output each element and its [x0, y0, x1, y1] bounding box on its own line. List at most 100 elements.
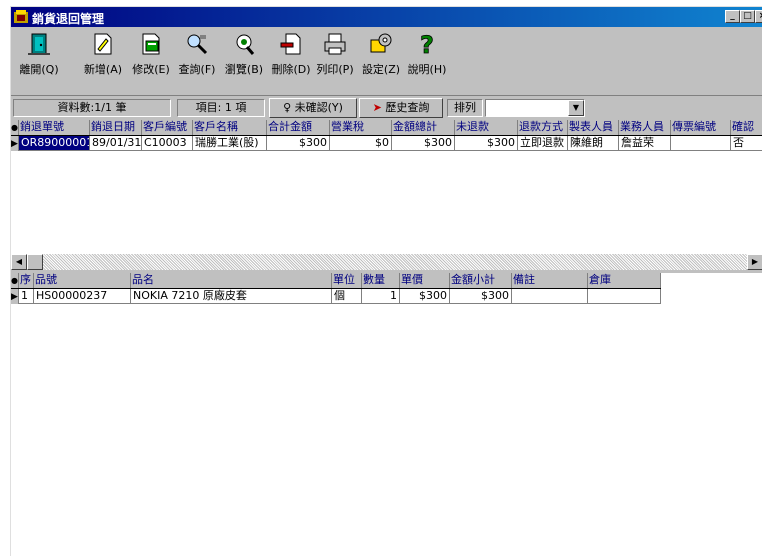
- header-indicator: ●: [11, 120, 19, 135]
- col-tax[interactable]: 營業稅: [330, 120, 392, 135]
- browse-button[interactable]: 瀏覽(B): [221, 31, 267, 93]
- cell-remark[interactable]: [512, 289, 588, 304]
- minimize-button[interactable]: _: [725, 10, 740, 23]
- cell-salesperson[interactable]: 詹益荣: [619, 136, 671, 151]
- cell-product-name[interactable]: NOKIA 7210 原廠皮套: [131, 289, 332, 304]
- history-label: 歷史查詢: [385, 101, 430, 114]
- settings-label: 設定(Z): [361, 63, 401, 76]
- toolbar: 離開(Q) 新增(A) 修改(E) 查詢(F) 瀏覽(B) 刪除(D) 列印(P…: [11, 27, 762, 95]
- item-count: 項目: 1 項: [177, 99, 265, 117]
- cell-refund-method[interactable]: 立即退款: [518, 136, 568, 151]
- cell-creator[interactable]: 陳維朗: [568, 136, 619, 151]
- status-bar: 資料數:1/1 筆 項目: 1 項 ♀ 未確認(Y) ➤ 歷史查詢 排列 ▼: [11, 95, 762, 119]
- settings-icon: [370, 33, 392, 53]
- browse-label: 瀏覽(B): [224, 63, 264, 76]
- cell-tax[interactable]: $0: [330, 136, 392, 151]
- cell-warehouse[interactable]: [588, 289, 661, 304]
- sort-label: 排列: [447, 99, 483, 117]
- dropdown-arrow-icon[interactable]: ▼: [568, 100, 584, 116]
- detail-header: ● 序 品號 品名 單位 數量 單價 金額小計 備註 倉庫: [11, 273, 661, 289]
- col-refund-method[interactable]: 退款方式: [518, 120, 568, 135]
- col-product-name[interactable]: 品名: [131, 273, 332, 288]
- col-seq[interactable]: 序: [19, 273, 34, 288]
- close-button[interactable]: ×: [755, 10, 762, 23]
- cell-product-no[interactable]: HS00000237: [34, 289, 131, 304]
- cell-return-date[interactable]: 89/01/31: [90, 136, 142, 151]
- cell-subtotal[interactable]: $300: [267, 136, 330, 151]
- col-unit[interactable]: 單位: [332, 273, 362, 288]
- detail-grid: ● 序 品號 品名 單位 數量 單價 金額小計 備註 倉庫 ▶ 1 HS0000…: [11, 273, 762, 556]
- col-customer-id[interactable]: 客戶編號: [142, 120, 193, 135]
- cell-qty[interactable]: 1: [362, 289, 400, 304]
- edit-button[interactable]: 修改(E): [129, 31, 173, 93]
- add-button[interactable]: 新增(A): [81, 31, 125, 93]
- cell-seq[interactable]: 1: [19, 289, 34, 304]
- col-creator[interactable]: 製表人員: [568, 120, 619, 135]
- col-qty[interactable]: 數量: [362, 273, 400, 288]
- edit-document-icon: [142, 33, 160, 55]
- print-button[interactable]: 列印(P): [313, 31, 357, 93]
- col-product-no[interactable]: 品號: [34, 273, 131, 288]
- col-return-no[interactable]: 銷退單號: [19, 120, 90, 135]
- cell-unrefunded[interactable]: $300: [455, 136, 518, 151]
- col-warehouse[interactable]: 倉庫: [588, 273, 661, 288]
- help-icon: ?: [420, 31, 435, 57]
- table-row[interactable]: ▶ 1 HS00000237 NOKIA 7210 原廠皮套 個 1 $300 …: [11, 289, 661, 304]
- app-icon: [14, 10, 28, 23]
- title-bar: 銷貨退回管理 _ □ ×: [11, 7, 762, 27]
- scroll-right-icon[interactable]: ▶: [747, 254, 762, 270]
- master-horizontal-scrollbar[interactable]: ◀ ▶: [11, 254, 762, 270]
- header-indicator: ●: [11, 273, 19, 288]
- col-unit-price[interactable]: 單價: [400, 273, 450, 288]
- cell-unit-price[interactable]: $300: [400, 289, 450, 304]
- row-pointer-icon: ▶: [11, 289, 19, 304]
- search-icon: [187, 34, 208, 55]
- record-count: 資料數:1/1 筆: [13, 99, 171, 117]
- col-amount[interactable]: 金額小計: [450, 273, 512, 288]
- help-label: 說明(H): [407, 63, 447, 76]
- scroll-thumb[interactable]: [27, 254, 43, 270]
- sort-select[interactable]: ▼: [485, 99, 585, 117]
- cell-return-no[interactable]: OR89000001: [19, 136, 90, 151]
- cell-total[interactable]: $300: [392, 136, 455, 151]
- exit-button[interactable]: 離開(Q): [19, 31, 59, 93]
- history-button[interactable]: ➤ 歷史查詢: [359, 98, 443, 118]
- cell-voucher-no[interactable]: [671, 136, 731, 151]
- cell-amount[interactable]: $300: [450, 289, 512, 304]
- query-button[interactable]: 查詢(F): [175, 31, 219, 93]
- master-header: ● 銷退單號 銷退日期 客戶編號 客戶名稱 合計金額 營業稅 金額總計 未退款 …: [11, 120, 762, 136]
- svg-text:?: ?: [420, 31, 434, 57]
- col-total[interactable]: 金額總計: [392, 120, 455, 135]
- lightbulb-icon: ♀: [283, 101, 292, 114]
- unconfirmed-label: 未確認(Y): [294, 101, 343, 114]
- table-row[interactable]: ▶ OR89000001 89/01/31 C10003 瑞勝工業(股) $30…: [11, 136, 762, 151]
- settings-button[interactable]: 設定(Z): [359, 31, 403, 93]
- cell-unit[interactable]: 個: [332, 289, 362, 304]
- exit-door-icon: [28, 33, 50, 55]
- col-remark[interactable]: 備註: [512, 273, 588, 288]
- col-unrefunded[interactable]: 未退款: [455, 120, 518, 135]
- cell-customer-name[interactable]: 瑞勝工業(股): [193, 136, 267, 151]
- scroll-left-icon[interactable]: ◀: [11, 254, 27, 270]
- add-label: 新增(A): [83, 63, 123, 76]
- col-subtotal[interactable]: 合計金額: [267, 120, 330, 135]
- col-customer-name[interactable]: 客戶名稱: [193, 120, 267, 135]
- col-return-date[interactable]: 銷退日期: [90, 120, 142, 135]
- unconfirmed-button[interactable]: ♀ 未確認(Y): [269, 98, 357, 118]
- history-icon: ➤: [372, 101, 382, 114]
- edit-label: 修改(E): [132, 63, 170, 76]
- cell-confirmed[interactable]: 否: [731, 136, 762, 151]
- browse-icon: [236, 34, 255, 55]
- col-salesperson[interactable]: 業務人員: [619, 120, 671, 135]
- col-voucher-no[interactable]: 傳票編號: [671, 120, 731, 135]
- exit-label: 離開(Q): [19, 63, 59, 76]
- help-button[interactable]: ? 說明(H): [405, 31, 449, 93]
- printer-icon: [324, 33, 346, 55]
- cell-customer-id[interactable]: C10003: [142, 136, 193, 151]
- row-pointer-icon: ▶: [11, 136, 19, 151]
- delete-button[interactable]: 刪除(D): [269, 31, 313, 93]
- delete-icon: [280, 33, 301, 55]
- col-confirmed[interactable]: 確認: [731, 120, 762, 135]
- master-grid: ● 銷退單號 銷退日期 客戶編號 客戶名稱 合計金額 營業稅 金額總計 未退款 …: [11, 120, 762, 254]
- maximize-button[interactable]: □: [740, 10, 755, 23]
